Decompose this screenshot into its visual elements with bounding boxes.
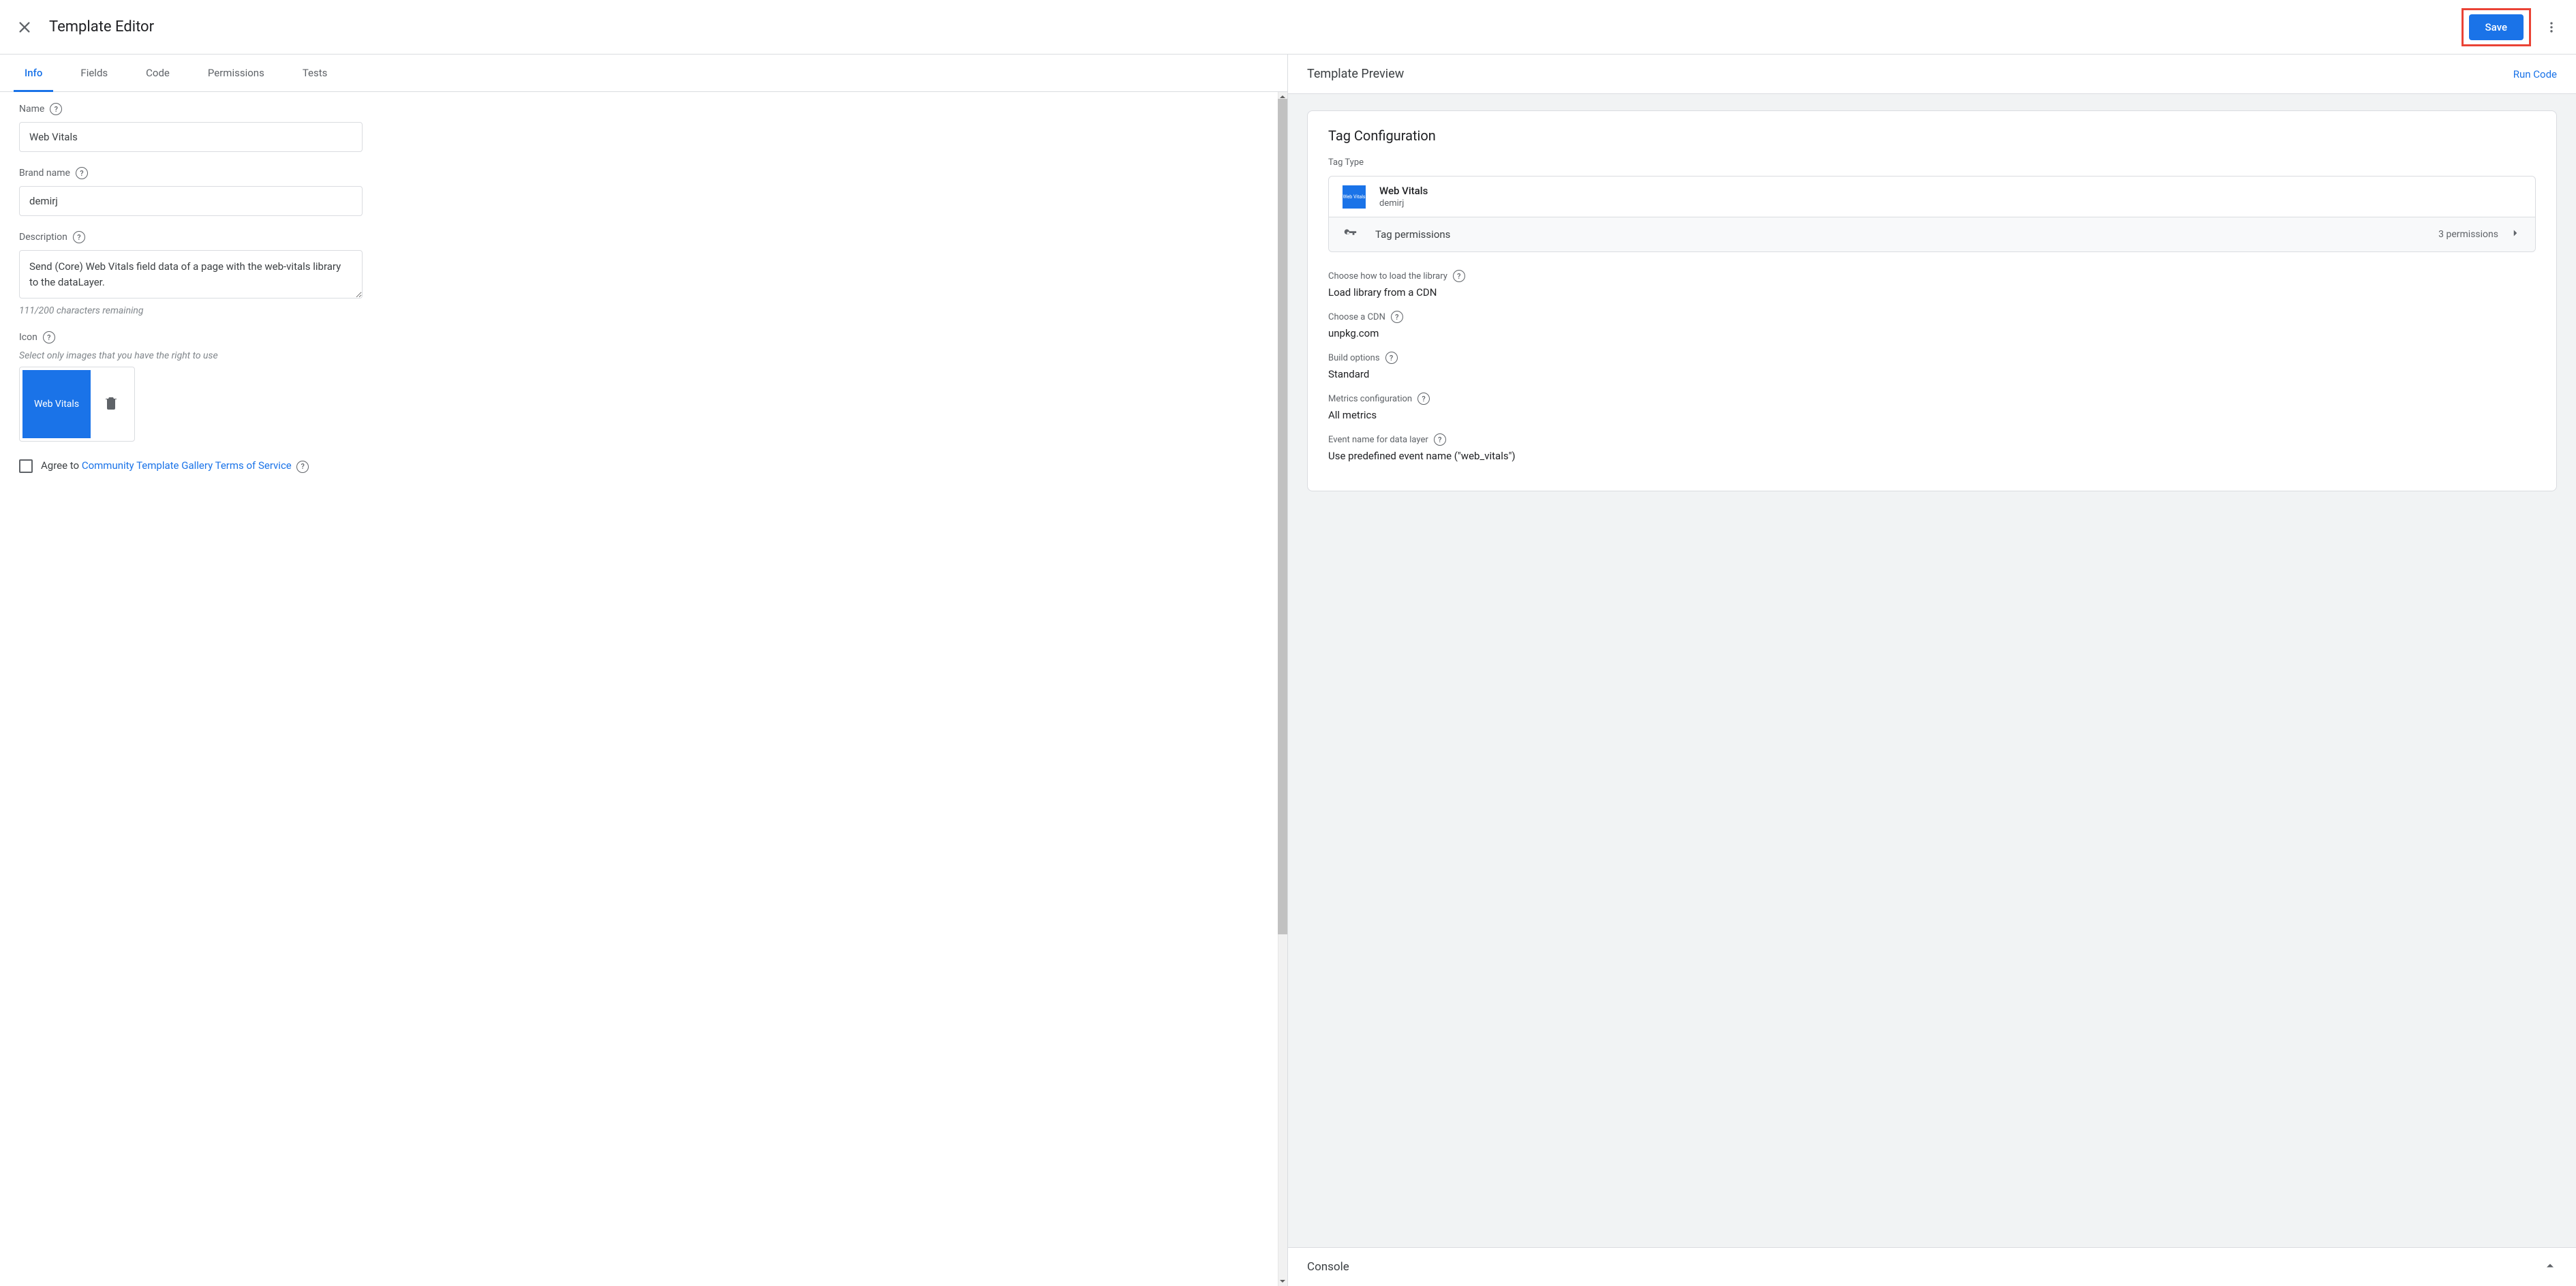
agree-checkbox[interactable]	[19, 459, 33, 473]
config-label: Event name for data layer	[1328, 435, 1428, 445]
config-item: Build options? Standard	[1328, 352, 2536, 380]
config-label: Choose a CDN	[1328, 312, 1385, 322]
help-icon[interactable]: ?	[76, 167, 88, 179]
run-code-button[interactable]: Run Code	[2513, 68, 2557, 80]
tag-type-label: Tag Type	[1328, 157, 2536, 168]
preview-body: Tag Configuration Tag Type Web Vitals We…	[1288, 94, 2576, 1247]
tag-permissions-row[interactable]: Tag permissions 3 permissions	[1329, 217, 2535, 251]
tag-logo: Web Vitals	[1343, 185, 1366, 209]
name-input[interactable]	[19, 122, 363, 152]
close-button[interactable]	[11, 14, 38, 41]
right-pane: Template Preview Run Code Tag Configurat…	[1288, 55, 2576, 1286]
config-label: Choose how to load the library	[1328, 271, 1447, 281]
permissions-count: 3 permissions	[2438, 229, 2498, 240]
save-highlight: Save	[2462, 8, 2531, 46]
config-item: Choose how to load the library? Load libr…	[1328, 270, 2536, 298]
tab-info[interactable]: Info	[5, 55, 61, 91]
left-pane: Info Fields Code Permissions Tests Name …	[0, 55, 1288, 1286]
icon-box: Web Vitals	[19, 367, 135, 442]
description-input[interactable]	[19, 250, 363, 298]
tag-brand: demirj	[1379, 198, 1428, 209]
card-title: Tag Configuration	[1328, 127, 2536, 144]
chevron-up-icon	[2543, 1259, 2557, 1275]
help-icon[interactable]: ?	[43, 331, 55, 343]
tab-fields[interactable]: Fields	[61, 55, 127, 91]
icon-label: Icon	[19, 332, 37, 343]
agree-text: Agree to Community Template Gallery Term…	[41, 459, 309, 473]
help-icon[interactable]: ?	[1391, 311, 1403, 323]
config-value: Standard	[1328, 368, 2536, 380]
chevron-right-icon	[2509, 227, 2521, 242]
help-icon[interactable]: ?	[1453, 270, 1465, 282]
tag-type-row[interactable]: Web Vitals Web Vitals demirj	[1329, 177, 2535, 217]
save-button[interactable]: Save	[2469, 14, 2524, 40]
config-value: unpkg.com	[1328, 327, 2536, 339]
page-title: Template Editor	[49, 18, 2462, 35]
tag-config-card: Tag Configuration Tag Type Web Vitals We…	[1307, 110, 2557, 491]
terms-link[interactable]: Community Template Gallery Terms of Serv…	[82, 459, 292, 472]
permissions-label: Tag permissions	[1375, 228, 1450, 241]
key-icon	[1343, 226, 1358, 243]
form-area: Name ? Brand name ?	[0, 92, 1287, 1286]
delete-icon-button[interactable]	[103, 395, 119, 414]
tab-tests[interactable]: Tests	[283, 55, 347, 91]
brand-input[interactable]	[19, 186, 363, 216]
icon-thumbnail[interactable]: Web Vitals	[22, 370, 91, 438]
description-label: Description	[19, 232, 67, 243]
help-icon[interactable]: ?	[1385, 352, 1398, 364]
help-icon[interactable]: ?	[1417, 393, 1430, 405]
config-item: Metrics configuration? All metrics	[1328, 393, 2536, 421]
overflow-menu-button[interactable]	[2538, 14, 2565, 41]
config-value: Load library from a CDN	[1328, 286, 2536, 298]
help-icon[interactable]: ?	[73, 231, 85, 243]
description-hint: 111/200 characters remaining	[19, 305, 363, 316]
help-icon[interactable]: ?	[296, 461, 309, 473]
config-value: All metrics	[1328, 409, 2536, 421]
help-icon[interactable]: ?	[1434, 433, 1446, 446]
agree-prefix: Agree to	[41, 459, 82, 472]
name-label: Name	[19, 104, 44, 114]
config-label: Metrics configuration	[1328, 394, 1412, 404]
preview-title: Template Preview	[1307, 67, 1404, 81]
scrollbar[interactable]	[1278, 92, 1287, 1286]
config-item: Event name for data layer? Use predefined…	[1328, 433, 2536, 462]
tag-name: Web Vitals	[1379, 185, 1428, 197]
config-label: Build options	[1328, 353, 1380, 363]
scroll-thumb[interactable]	[1278, 99, 1287, 934]
tab-permissions[interactable]: Permissions	[189, 55, 283, 91]
scroll-down-icon[interactable]	[1278, 1276, 1287, 1286]
config-item: Choose a CDN? unpkg.com	[1328, 311, 2536, 339]
brand-label: Brand name	[19, 168, 70, 179]
editor-header: Template Editor Save	[0, 0, 2576, 55]
editor-tabs: Info Fields Code Permissions Tests	[0, 55, 1287, 92]
icon-hint: Select only images that you have the rig…	[19, 350, 363, 361]
help-icon[interactable]: ?	[50, 103, 62, 115]
config-value: Use predefined event name ("web_vitals")	[1328, 450, 2536, 462]
tab-code[interactable]: Code	[127, 55, 189, 91]
console-bar[interactable]: Console	[1288, 1247, 2576, 1286]
console-title: Console	[1307, 1260, 1349, 1274]
